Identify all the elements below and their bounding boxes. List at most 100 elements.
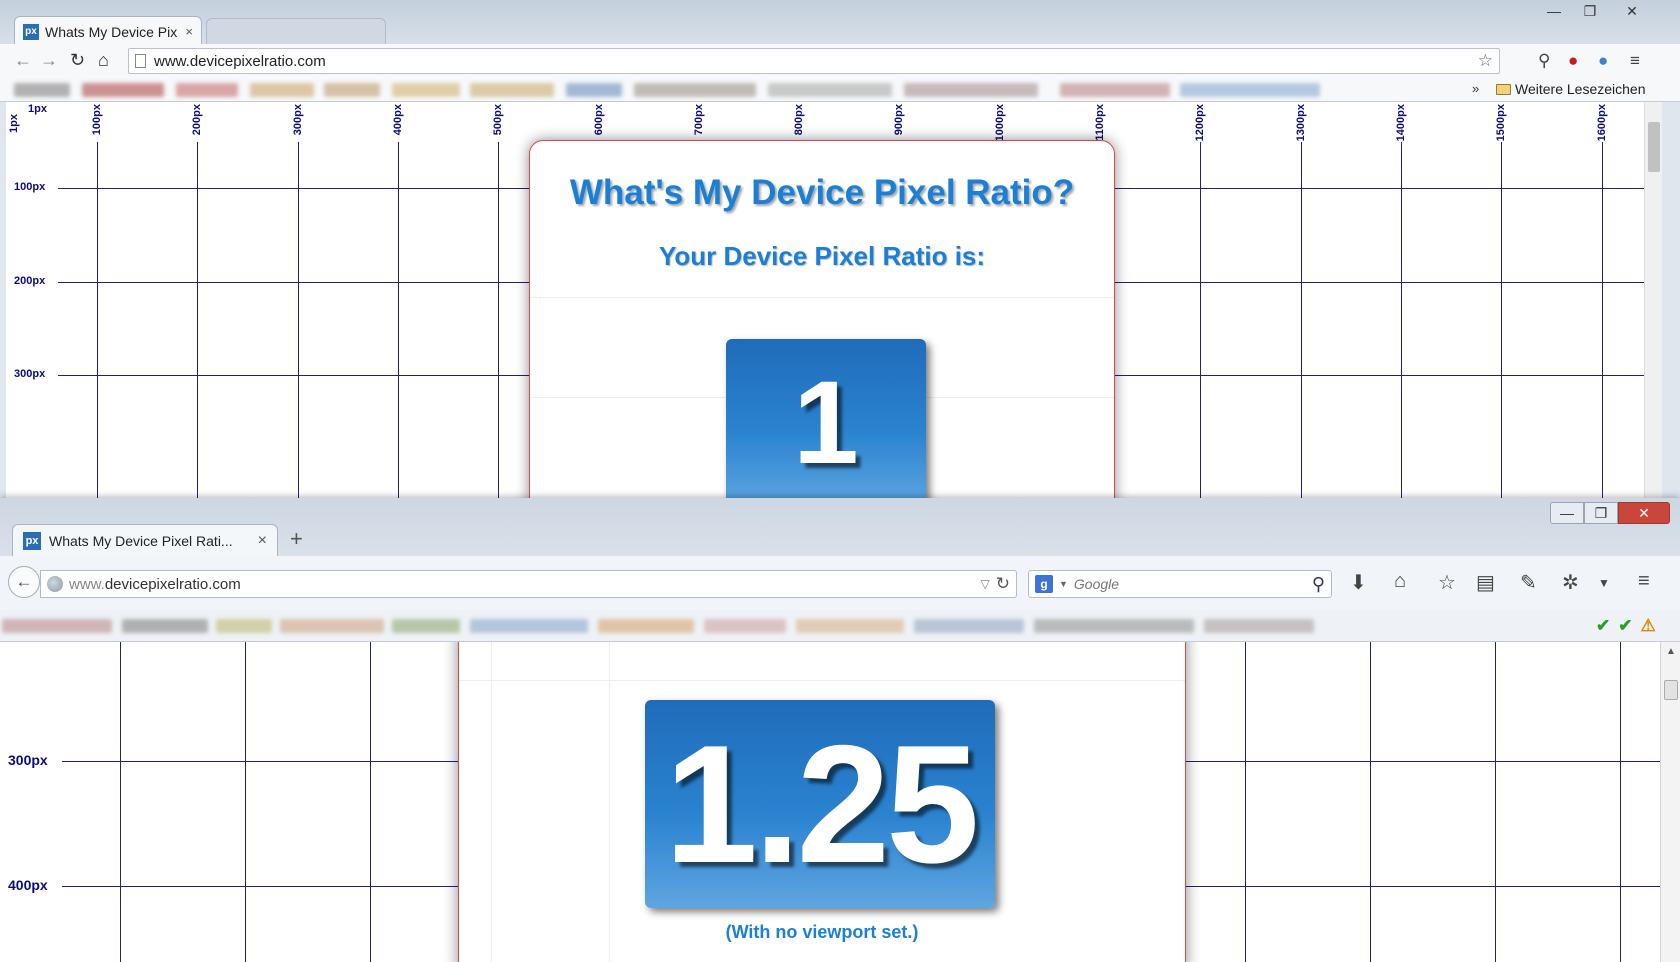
maximize-button[interactable]: ❐ — [1572, 0, 1608, 22]
bookmark-item[interactable] — [914, 619, 1024, 633]
status-icons: ✔ ✔ ⚠ — [1596, 616, 1656, 636]
dpr-card: 1.25 (With no viewport set.) — [458, 642, 1186, 962]
close-icon[interactable]: × — [258, 532, 267, 550]
clipboard-icon[interactable]: ▤ — [1476, 570, 1495, 595]
chrome-tab-active[interactable]: px Whats My Device Pix × — [14, 16, 202, 46]
maximize-button[interactable]: ❐ — [1584, 502, 1618, 524]
firefox-tab-active[interactable]: px Whats My Device Pixel Rati... × — [12, 524, 278, 556]
bookmark-item[interactable] — [14, 83, 70, 97]
bookmark-item[interactable] — [324, 83, 380, 97]
bookmark-item[interactable] — [566, 83, 622, 97]
bookmark-item[interactable] — [470, 83, 554, 97]
bug-icon[interactable]: ✲ — [1562, 570, 1579, 595]
close-icon[interactable]: × — [185, 24, 193, 39]
chrome-bookmarks-bar: » Weitere Lesezeichen — [0, 78, 1680, 102]
scroll-up-arrow-icon[interactable]: ▲ — [1666, 646, 1676, 657]
reload-icon[interactable]: ↻ — [70, 50, 85, 71]
firefox-toolbar: ← www.devicepixelratio.com ▽ ↻ g ▼ Googl… — [0, 556, 1680, 610]
card-faint-grid — [459, 680, 1185, 681]
x-ruler-label: 1500px — [1495, 104, 1507, 142]
extension-red-icon[interactable]: ● — [1568, 51, 1578, 71]
bookmark-item[interactable] — [768, 83, 892, 97]
search-icon[interactable]: ⚲ — [1312, 574, 1325, 595]
x-ruler-label: 100px — [91, 104, 103, 136]
firefox-scrollbar-thumb[interactable] — [1664, 680, 1678, 700]
reload-icon[interactable]: ↻ — [996, 574, 1010, 594]
x-ruler-label: 1300px — [1295, 104, 1307, 142]
star-icon[interactable]: ☆ — [1478, 51, 1493, 71]
back-arrow-icon[interactable]: ← — [8, 566, 40, 598]
chrome-scrollbar[interactable] — [1644, 102, 1662, 500]
chrome-tab-title: Whats My Device Pix — [45, 23, 178, 40]
card-faint-grid — [491, 642, 492, 962]
chrome-toolbar: ← → ↻ ⌂ www.devicepixelratio.com ☆ ⚲ ● ●… — [0, 44, 1680, 78]
bookmark-item[interactable] — [2, 619, 112, 633]
bookmark-item[interactable] — [1180, 83, 1320, 97]
search-bar[interactable]: g ▼ Google ⚲ — [1028, 570, 1332, 598]
grid-vertical-line — [1495, 642, 1496, 962]
bookmark-item[interactable] — [470, 619, 588, 633]
home-icon[interactable]: ⌂ — [98, 50, 109, 71]
bookmark-item[interactable] — [250, 83, 314, 97]
bookmark-item[interactable] — [82, 83, 164, 97]
chrome-titlebar: px Whats My Device Pix × — ❐ ✕ — [0, 0, 1680, 46]
overflow-chevron-icon[interactable]: ▼ — [1598, 576, 1610, 590]
grid-vertical-line — [1301, 142, 1302, 500]
extension-blue-icon[interactable]: ● — [1598, 51, 1608, 71]
bookmark-item[interactable] — [1204, 619, 1314, 633]
minimize-button[interactable]: — — [1550, 502, 1584, 524]
folder-icon — [1496, 83, 1511, 95]
firefox-scrollbar[interactable]: ▲ — [1660, 642, 1680, 962]
bookmark-item[interactable] — [634, 83, 756, 97]
forward-arrow-icon[interactable]: → — [40, 50, 58, 71]
menu-icon[interactable]: ≡ — [1638, 570, 1650, 593]
viewport-note: (With no viewport set.) — [725, 922, 919, 942]
home-icon[interactable]: ⌂ — [1394, 570, 1406, 593]
bookmark-item[interactable] — [392, 619, 460, 633]
search-placeholder: Google — [1073, 576, 1120, 592]
x-ruler-label: 1400px — [1395, 104, 1407, 142]
bookmark-item[interactable] — [796, 619, 904, 633]
search-icon[interactable]: ⚲ — [1538, 51, 1550, 71]
check-icon[interactable]: ✔ — [1618, 616, 1632, 636]
other-bookmarks-label: Weitere Lesezeichen — [1515, 81, 1646, 97]
bookmark-item[interactable] — [1034, 619, 1194, 633]
bookmark-star-icon[interactable]: ☆ — [1438, 570, 1456, 595]
address-bar-url: www.devicepixelratio.com — [154, 52, 326, 70]
page-subtitle: Your Device Pixel Ratio is: — [658, 241, 986, 271]
y-ruler-label: 400px — [8, 877, 48, 893]
bookmark-item[interactable] — [216, 619, 272, 633]
address-bar[interactable]: www.devicepixelratio.com ☆ — [128, 48, 1500, 74]
google-engine-icon[interactable]: g — [1035, 575, 1053, 593]
new-tab-button[interactable]: + — [290, 526, 303, 552]
bookmark-item[interactable] — [598, 619, 694, 633]
close-window-button[interactable]: ✕ — [1608, 0, 1656, 22]
y-ruler-label: 200px — [14, 275, 46, 287]
chrome-tab-inactive[interactable] — [206, 18, 386, 44]
grid-vertical-line — [398, 142, 399, 500]
bookmark-item[interactable] — [904, 83, 1038, 97]
menu-icon[interactable]: ≡ — [1630, 51, 1640, 71]
dpr-card: What's My Device Pixel Ratio? Your Devic… — [529, 140, 1115, 500]
bookmark-item[interactable] — [392, 83, 460, 97]
x-ruler-label: 900px — [893, 104, 905, 136]
bookmarks-overflow-chevron[interactable]: » — [1472, 81, 1479, 96]
close-window-button[interactable]: ✕ — [1618, 502, 1670, 524]
bookmark-item[interactable] — [704, 619, 786, 633]
warning-icon[interactable]: ⚠ — [1641, 616, 1656, 636]
minimize-button[interactable]: — — [1536, 0, 1572, 22]
dropdown-arrow-icon[interactable]: ▽ — [981, 577, 990, 591]
address-bar[interactable]: www.devicepixelratio.com ▽ ↻ — [40, 570, 1017, 598]
bookmark-item[interactable] — [176, 83, 238, 97]
download-icon[interactable]: ⬇ — [1350, 570, 1367, 595]
check-icon[interactable]: ✔ — [1596, 616, 1610, 636]
chrome-window: px Whats My Device Pix × — ❐ ✕ ← → ↻ ⌂ w… — [0, 0, 1680, 500]
bookmark-item[interactable] — [122, 619, 208, 633]
engine-dropdown-icon[interactable]: ▼ — [1059, 579, 1068, 589]
chrome-scrollbar-thumb[interactable] — [1648, 122, 1660, 172]
bookmark-item[interactable] — [280, 619, 384, 633]
bookmark-item[interactable] — [1060, 83, 1170, 97]
other-bookmarks-folder[interactable]: Weitere Lesezeichen — [1496, 81, 1645, 97]
back-arrow-icon[interactable]: ← — [14, 50, 32, 71]
pen-icon[interactable]: ✎ — [1520, 570, 1537, 595]
